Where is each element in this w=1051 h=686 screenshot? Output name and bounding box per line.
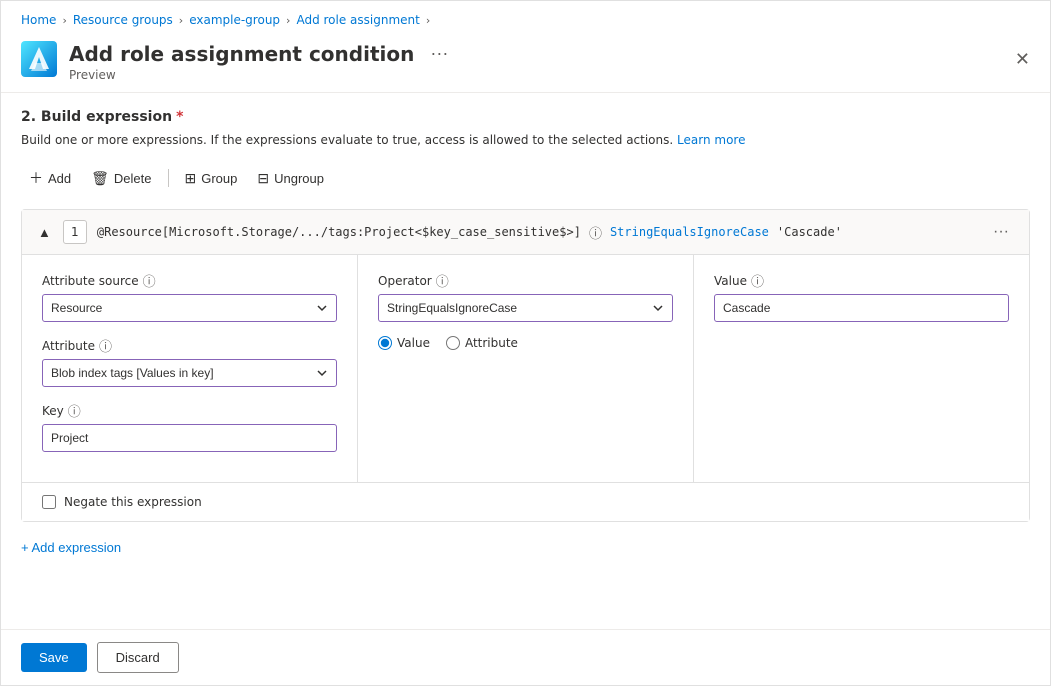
- expression-container: ▲ 1 @Resource[Microsoft.Storage/.../tags…: [21, 209, 1030, 522]
- radio-value[interactable]: [378, 336, 392, 350]
- attribute-select[interactable]: Blob index tags [Values in key] Blob ind…: [42, 359, 337, 387]
- radio-attribute-text: Attribute: [465, 336, 518, 350]
- operator-info-icon[interactable]: ⓘ: [436, 271, 449, 290]
- breadcrumb-sep-4: ›: [426, 14, 430, 27]
- delete-label: Delete: [114, 171, 152, 186]
- breadcrumb-sep-2: ›: [179, 14, 183, 27]
- expression-body: Attribute source ⓘ Resource Request Envi…: [22, 255, 1029, 482]
- attribute-source-label-text: Attribute source: [42, 274, 139, 288]
- value-input[interactable]: [714, 294, 1009, 322]
- operator-select[interactable]: StringEqualsIgnoreCase StringEquals Stri…: [378, 294, 673, 322]
- expr-col-left: Attribute source ⓘ Resource Request Envi…: [22, 255, 358, 482]
- panel-title-text: Add role assignment condition: [69, 42, 414, 66]
- operator-label-text: Operator: [378, 274, 432, 288]
- expr-col-right: Value ⓘ: [694, 255, 1029, 482]
- collapse-button[interactable]: ▲: [36, 223, 53, 242]
- attribute-source-group: Attribute source ⓘ Resource Request Envi…: [42, 271, 337, 322]
- expr-info-icon[interactable]: ⓘ: [589, 223, 602, 242]
- key-info-icon[interactable]: ⓘ: [68, 401, 81, 420]
- negate-row: Negate this expression: [22, 482, 1029, 521]
- value-label: Value ⓘ: [714, 271, 1009, 290]
- panel-footer: Save Discard: [1, 629, 1050, 685]
- attribute-group: Attribute ⓘ Blob index tags [Values in k…: [42, 336, 337, 387]
- radio-value-label[interactable]: Value: [378, 336, 430, 350]
- delete-button[interactable]: 🗑 Delete: [83, 165, 159, 192]
- panel-subtitle: Preview: [69, 68, 1030, 82]
- expr-operator-display: StringEqualsIgnoreCase: [610, 225, 769, 239]
- panel-title-area: Add role assignment condition ··· Previe…: [69, 41, 1030, 82]
- attribute-label: Attribute ⓘ: [42, 336, 337, 355]
- breadcrumb: Home › Resource groups › example-group ›…: [1, 1, 1050, 35]
- close-button[interactable]: ✕: [1011, 45, 1034, 74]
- value-group: Value ⓘ: [714, 271, 1009, 322]
- panel-header: Add role assignment condition ··· Previe…: [1, 35, 1050, 93]
- section-header-text: 2. Build expression: [21, 109, 172, 125]
- add-button[interactable]: ＋ Add: [21, 163, 79, 193]
- radio-attribute-label[interactable]: Attribute: [446, 336, 518, 350]
- radio-attribute[interactable]: [446, 336, 460, 350]
- add-expression-button[interactable]: + Add expression: [21, 534, 121, 561]
- attribute-info-icon[interactable]: ⓘ: [99, 336, 112, 355]
- discard-button[interactable]: Discard: [97, 642, 179, 673]
- attribute-source-label: Attribute source ⓘ: [42, 271, 337, 290]
- section-desc-text: Build one or more expressions. If the ex…: [21, 133, 673, 147]
- value-info-icon[interactable]: ⓘ: [751, 271, 764, 290]
- toolbar: ＋ Add 🗑 Delete ⊞ Group ⊟ Ungroup: [21, 163, 1030, 193]
- azure-icon: [21, 41, 57, 77]
- section-header: 2. Build expression *: [21, 109, 1030, 125]
- group-label: Group: [201, 171, 237, 186]
- required-indicator: *: [176, 109, 183, 125]
- panel-more-button[interactable]: ···: [424, 41, 454, 66]
- expression-header: ▲ 1 @Resource[Microsoft.Storage/.../tags…: [22, 210, 1029, 255]
- ungroup-icon: ⊟: [257, 170, 269, 187]
- add-expression-label: + Add expression: [21, 540, 121, 555]
- radio-value-text: Value: [397, 336, 430, 350]
- add-icon: ＋: [29, 168, 43, 188]
- learn-more-link[interactable]: Learn more: [677, 133, 745, 147]
- operator-group: Operator ⓘ StringEqualsIgnoreCase String…: [378, 271, 673, 322]
- delete-icon: 🗑: [91, 170, 109, 187]
- expression-number: 1: [63, 220, 87, 244]
- breadcrumb-add-role[interactable]: Add role assignment: [296, 13, 419, 27]
- negate-checkbox[interactable]: [42, 495, 56, 509]
- expression-text: @Resource[Microsoft.Storage/.../tags:Pro…: [97, 223, 977, 242]
- negate-label[interactable]: Negate this expression: [64, 495, 202, 509]
- panel-title: Add role assignment condition ···: [69, 41, 1030, 66]
- panel-content: 2. Build expression * Build one or more …: [1, 93, 1050, 629]
- breadcrumb-sep-3: ›: [286, 14, 290, 27]
- group-button[interactable]: ⊞ Group: [177, 165, 246, 192]
- attribute-source-select[interactable]: Resource Request Environment: [42, 294, 337, 322]
- key-label-text: Key: [42, 404, 64, 418]
- attribute-label-text: Attribute: [42, 339, 95, 353]
- breadcrumb-sep-1: ›: [62, 14, 66, 27]
- operator-label: Operator ⓘ: [378, 271, 673, 290]
- expr-value-display: 'Cascade': [777, 225, 842, 239]
- expr-col-middle: Operator ⓘ StringEqualsIgnoreCase String…: [358, 255, 694, 482]
- toolbar-divider: [168, 169, 169, 187]
- attribute-source-info-icon[interactable]: ⓘ: [143, 271, 156, 290]
- breadcrumb-example-group[interactable]: example-group: [189, 13, 280, 27]
- expr-code: @Resource[Microsoft.Storage/.../tags:Pro…: [97, 225, 581, 239]
- add-label: Add: [48, 171, 71, 186]
- section-description: Build one or more expressions. If the ex…: [21, 131, 1030, 149]
- value-type-group: Value Attribute: [378, 336, 673, 350]
- key-group: Key ⓘ: [42, 401, 337, 452]
- breadcrumb-home[interactable]: Home: [21, 13, 56, 27]
- ungroup-button[interactable]: ⊟ Ungroup: [249, 165, 332, 192]
- key-label: Key ⓘ: [42, 401, 337, 420]
- key-input[interactable]: [42, 424, 337, 452]
- value-label-text: Value: [714, 274, 747, 288]
- breadcrumb-resource-groups[interactable]: Resource groups: [73, 13, 173, 27]
- save-button[interactable]: Save: [21, 643, 87, 672]
- expression-more-button[interactable]: ···: [987, 221, 1015, 243]
- ungroup-label: Ungroup: [274, 171, 324, 186]
- group-icon: ⊞: [185, 170, 197, 187]
- main-panel: Home › Resource groups › example-group ›…: [0, 0, 1051, 686]
